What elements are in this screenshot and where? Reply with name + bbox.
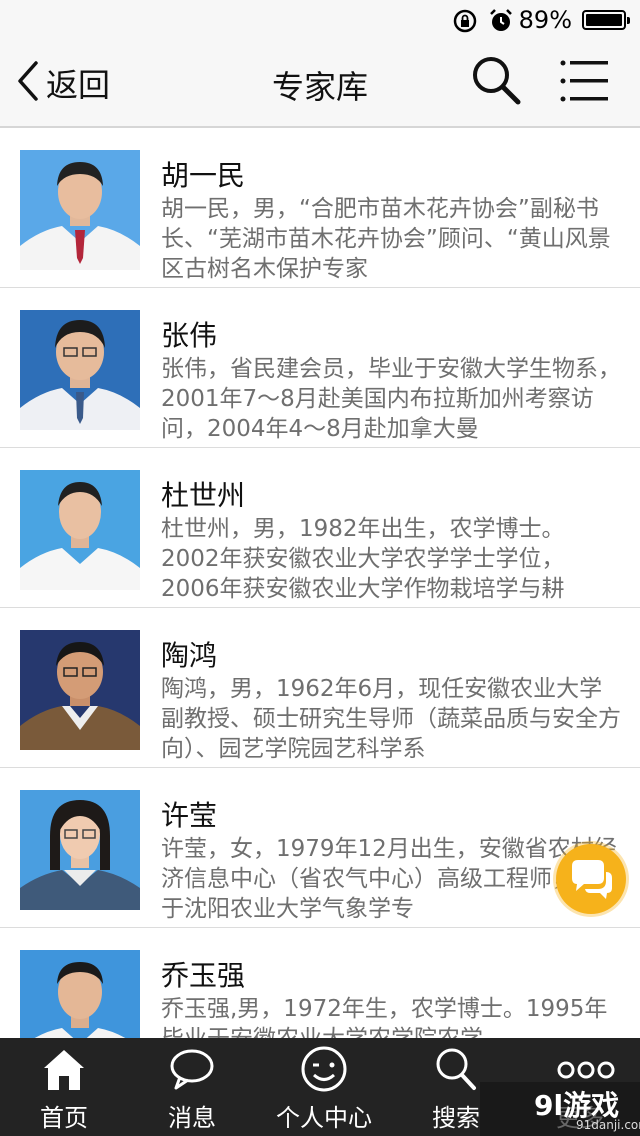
expert-photo [20, 630, 140, 750]
expert-photo [20, 790, 140, 910]
expert-description: 张伟，省民建会员，毕业于安徽大学生物系，2001年7～8月赴美国内布拉斯加州考察… [161, 356, 621, 442]
expert-description: 乔玉强,男，1972年生，农学博士。1995年毕业于安徽农业大学农学院农学 [161, 996, 608, 1038]
tab-label: 个人中心 [276, 1104, 372, 1132]
expert-name: 许莹 [161, 799, 218, 832]
expert-photo [20, 470, 140, 590]
list-menu-button[interactable] [556, 54, 614, 110]
expert-list-item[interactable]: 乔玉强 乔玉强,男，1972年生，农学博士。1995年毕业于安徽农业大学农学院农… [0, 928, 640, 1038]
tab-search[interactable]: 搜索 [392, 1038, 520, 1136]
rotation-lock-icon [452, 8, 478, 38]
back-button[interactable]: 返回 [14, 58, 110, 108]
expert-name: 杜世州 [161, 479, 246, 512]
expert-name: 胡一民 [161, 159, 246, 192]
navigation-bar: 返回 专家库 [0, 40, 640, 128]
tab-label: 更多 [556, 1104, 604, 1132]
expert-list-item[interactable]: 张伟 张伟，省民建会员，毕业于安徽大学生物系，2001年7～8月赴美国内布拉斯加… [0, 288, 640, 448]
expert-name: 乔玉强 [161, 959, 246, 992]
expert-photo [20, 950, 140, 1038]
expert-list-item[interactable]: 杜世州 杜世州，男，1982年出生，农学博士。2002年获安徽农业大学农学学士学… [0, 448, 640, 608]
battery-percent: 89% [518, 6, 572, 34]
tab-bar: 首页 消息 个人中心 搜索 更多 [0, 1038, 640, 1136]
expert-list-item[interactable]: 胡一民 胡一民，男，“合肥市苗木花卉协会”副秘书长、“芜湖市苗木花卉协会”顾问、… [0, 128, 640, 288]
expert-list-item[interactable]: 许莹 许莹，女，1979年12月出生，安徽省农村经济信息中心（省农气中心）高级工… [0, 768, 640, 928]
expert-list-item[interactable]: 陶鸿 陶鸿，男，1962年6月，现任安徽农业大学副教授、硕士研究生导师（蔬菜品质… [0, 608, 640, 768]
chat-float-button[interactable] [556, 844, 626, 914]
back-chevron-icon [14, 59, 40, 107]
alarm-icon [488, 8, 514, 38]
tab-profile[interactable]: 个人中心 [256, 1038, 392, 1136]
expert-photo [20, 310, 140, 430]
tab-home[interactable]: 首页 [0, 1038, 128, 1136]
search-button[interactable] [468, 52, 524, 108]
status-bar: 89% [0, 0, 640, 40]
tab-label: 搜索 [432, 1104, 480, 1132]
expert-name: 陶鸿 [161, 639, 218, 672]
expert-description: 杜世州，男，1982年出生，农学博士。2002年获安徽农业大学农学学士学位，20… [161, 516, 565, 602]
expert-name: 张伟 [161, 319, 218, 352]
chat-bubbles-icon [556, 860, 626, 918]
expert-description: 陶鸿，男，1962年6月，现任安徽农业大学副教授、硕士研究生导师（蔬菜品质与安全… [161, 676, 621, 762]
tab-more[interactable]: 更多 [520, 1038, 640, 1136]
tab-label: 首页 [40, 1104, 88, 1132]
search-icon [468, 57, 524, 112]
list-menu-icon [556, 60, 614, 114]
expert-list[interactable]: 胡一民 胡一民，男，“合肥市苗木花卉协会”副秘书长、“芜湖市苗木花卉协会”顾问、… [0, 128, 640, 1038]
expert-description: 许莹，女，1979年12月出生，安徽省农村经济信息中心（省农气中心）高级工程师，… [161, 836, 621, 922]
back-label: 返回 [46, 66, 111, 104]
battery-icon [582, 10, 630, 30]
expert-description: 胡一民，男，“合肥市苗木花卉协会”副秘书长、“芜湖市苗木花卉协会”顾问、“黄山风… [161, 196, 611, 282]
expert-photo [20, 150, 140, 270]
tab-label: 消息 [168, 1104, 216, 1132]
tab-messages[interactable]: 消息 [128, 1038, 256, 1136]
